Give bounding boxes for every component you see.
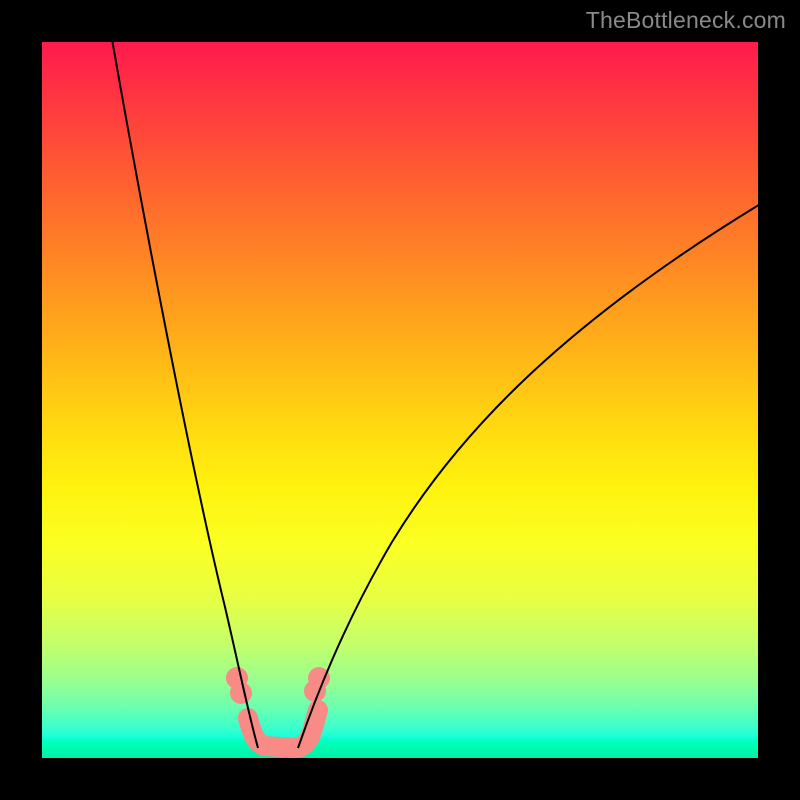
chart-stage: TheBottleneck.com [0, 0, 800, 800]
watermark-text: TheBottleneck.com [586, 7, 786, 34]
curves-layer [42, 42, 758, 758]
right-branch [298, 197, 758, 748]
plot-area [42, 42, 758, 758]
left-branch [109, 42, 258, 748]
